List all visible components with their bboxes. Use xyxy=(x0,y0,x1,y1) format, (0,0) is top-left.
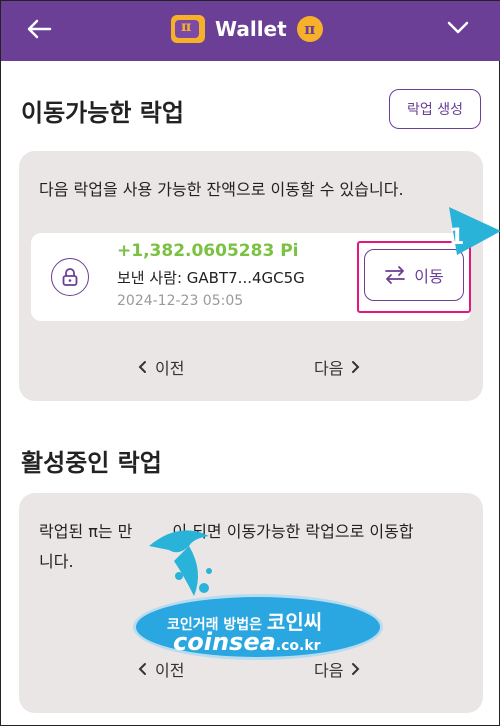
swap-arrows-icon xyxy=(385,266,406,284)
next-page-label: 다음 xyxy=(314,359,344,378)
coinsea-watermark: 코인거래 방법은 코인씨 coinsea.co.kr xyxy=(109,516,389,676)
movable-description: 다음 락업을 사용 가능한 잔액으로 이동할 수 있습니다. xyxy=(39,180,404,199)
chevron-down-icon xyxy=(447,21,469,34)
header-title-group: Wallet π xyxy=(171,11,323,47)
step-number: 1 xyxy=(449,225,465,250)
move-button-label: 이동 xyxy=(414,267,444,286)
back-button[interactable] xyxy=(19,11,59,47)
lockup-sender: 보낸 사람: GABT7...4GC5G xyxy=(117,269,305,287)
page-title: Wallet xyxy=(215,17,287,41)
create-lockup-button[interactable]: 락업 생성 xyxy=(389,89,481,129)
lockup-amount: +1,382.0605283 Pi xyxy=(117,241,299,261)
step-callout-badge: 1 xyxy=(431,199,500,259)
chevron-left-icon xyxy=(138,361,146,373)
active-section-title: 활성중인 락업 xyxy=(21,449,162,477)
lock-icon xyxy=(51,258,89,296)
lockup-date: 2024-12-23 05:05 xyxy=(117,293,244,309)
prev-page-label: 이전 xyxy=(155,359,185,378)
movable-lockup-card: 다음 락업을 사용 가능한 잔액으로 이동할 수 있습니다. +1,382.06… xyxy=(19,151,483,401)
lockup-item: +1,382.0605283 Pi 보낸 사람: GABT7...4GC5G 2… xyxy=(31,233,471,321)
prev-page-button[interactable]: 이전 xyxy=(137,355,184,379)
watermark-line2: coinsea.co.kr xyxy=(173,628,321,656)
back-arrow-icon xyxy=(27,19,52,39)
dolphin-icon xyxy=(149,530,212,596)
movable-section-title: 이동가능한 락업 xyxy=(21,99,184,127)
header-menu-toggle[interactable] xyxy=(443,13,473,43)
next-page-button[interactable]: 다음 xyxy=(314,355,361,379)
chevron-right-icon xyxy=(352,361,360,373)
pi-coin-icon: π xyxy=(296,16,323,42)
header-bar: Wallet π xyxy=(1,1,500,61)
active-description-line2: 니다. xyxy=(39,552,74,571)
wallet-icon xyxy=(171,15,205,43)
